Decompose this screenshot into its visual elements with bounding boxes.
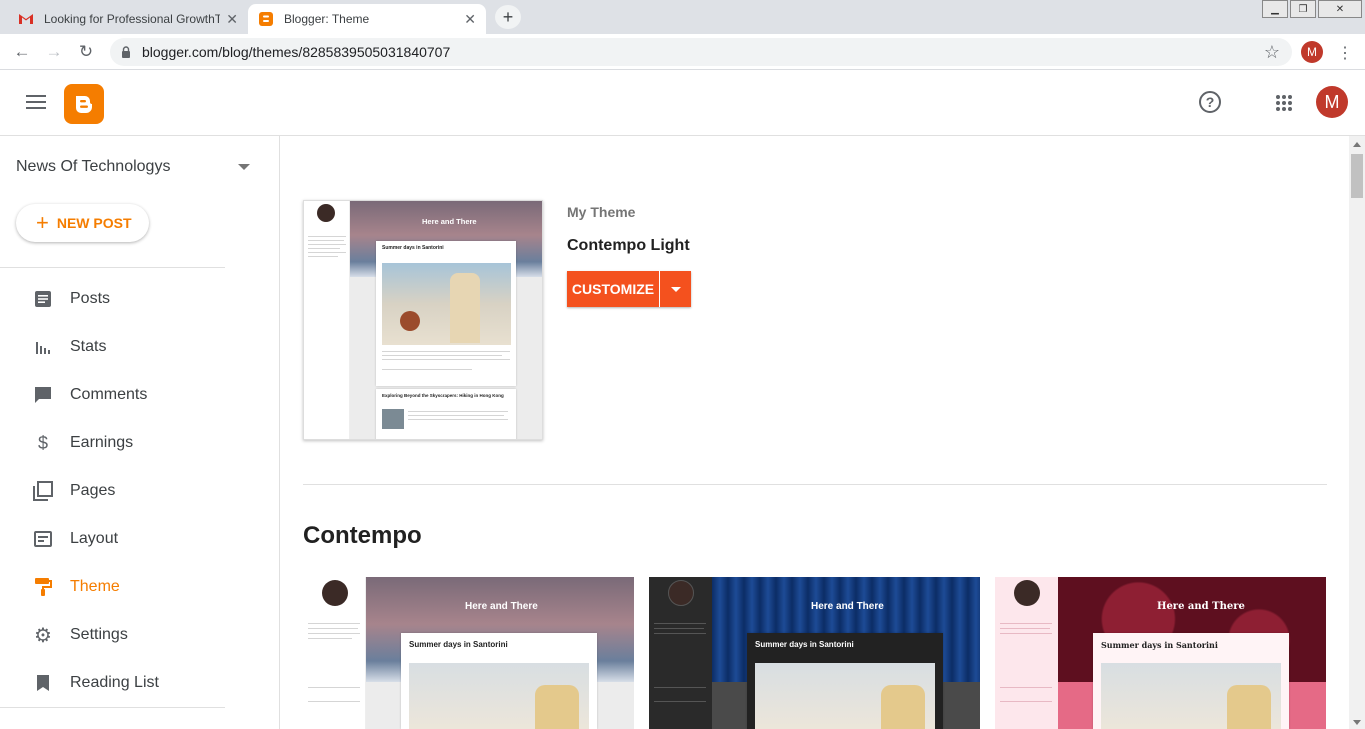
minimize-button[interactable]: ▁ — [1262, 0, 1288, 18]
new-post-button[interactable]: + NEW POST — [16, 204, 149, 242]
restore-button[interactable]: ❐ — [1290, 0, 1316, 18]
menu-icon[interactable] — [26, 95, 46, 113]
preview-blog-title: Here and There — [422, 217, 477, 226]
dollar-icon: $ — [37, 432, 48, 453]
account-avatar[interactable]: M — [1316, 86, 1348, 118]
chevron-down-icon[interactable] — [238, 164, 250, 170]
sidebar-item-stats[interactable]: Stats — [0, 323, 280, 371]
section-divider — [303, 484, 1327, 485]
theme-card-contempo-dark[interactable]: Here and There Summer days in Santorini — [649, 577, 980, 729]
sidebar-item-label: Earnings — [70, 434, 134, 451]
scroll-up-icon[interactable] — [1353, 142, 1361, 147]
sidebar-item-posts[interactable]: Posts — [0, 275, 280, 323]
preview-blog-title: Here and There — [811, 601, 884, 612]
theme-main: Here and There Summer days in Santorini … — [281, 136, 1349, 729]
layout-icon — [33, 529, 53, 549]
sidebar-item-label: Layout — [70, 530, 119, 547]
close-window-button[interactable]: ✕ — [1318, 0, 1362, 18]
sidebar-item-reading-list[interactable]: Reading List — [0, 659, 280, 707]
browser-tab-strip: Looking for Professional GrowthT ✕ Blogg… — [0, 0, 1365, 34]
sidebar-item-label: Pages — [70, 482, 116, 499]
comments-icon — [33, 385, 53, 405]
close-tab-icon[interactable]: ✕ — [464, 11, 476, 28]
preview-post-card: Summer days in Santorini — [376, 241, 516, 386]
close-tab-icon[interactable]: ✕ — [226, 11, 238, 28]
preview-post-title: Summer days in Santorini — [755, 640, 854, 649]
help-icon[interactable]: ? — [1199, 91, 1221, 113]
preview-avatar — [317, 204, 335, 222]
theme-family-title: Contempo — [303, 522, 422, 549]
plus-icon: + — [36, 210, 49, 235]
caret-down-icon — [670, 286, 681, 292]
sidebar: News Of Technologys + NEW POST Posts Sta… — [0, 136, 280, 729]
bookmark-icon — [33, 673, 53, 693]
preview-avatar — [668, 580, 694, 606]
blogger-logo[interactable] — [64, 84, 104, 124]
sidebar-item-label: Comments — [70, 386, 148, 403]
theme-card-contempo-light[interactable]: Here and There Summer days in Santorini — [303, 577, 634, 729]
scroll-down-icon[interactable] — [1353, 720, 1361, 725]
customize-dropdown-button[interactable] — [660, 271, 691, 307]
pages-icon — [33, 481, 53, 501]
browser-tab-blogger[interactable]: Blogger: Theme ✕ — [248, 4, 486, 34]
forward-button[interactable]: → — [44, 42, 64, 62]
gear-icon: ⚙ — [34, 624, 52, 647]
lock-icon — [122, 46, 130, 58]
tab-title: Blogger: Theme — [284, 12, 370, 26]
customize-button-group: CUSTOMIZE — [567, 271, 691, 307]
scrollbar-thumb[interactable] — [1351, 154, 1363, 198]
browser-profile-avatar[interactable]: M — [1301, 41, 1323, 63]
divider — [0, 707, 225, 708]
new-post-label: NEW POST — [56, 215, 132, 231]
divider — [0, 267, 225, 268]
preview-blog-title: Here and There — [1157, 601, 1245, 612]
url-field[interactable]: blogger.com/blog/themes/8285839505031840… — [110, 38, 1292, 66]
stats-icon — [33, 337, 53, 357]
blogger-icon — [258, 11, 274, 27]
browser-tab-gmail[interactable]: Looking for Professional GrowthT ✕ — [8, 4, 248, 34]
sidebar-item-layout[interactable]: Layout — [0, 515, 280, 563]
preview-avatar — [322, 580, 348, 606]
posts-icon — [33, 289, 53, 309]
sidebar-item-earnings[interactable]: $ Earnings — [0, 419, 280, 467]
sidebar-item-settings[interactable]: ⚙ Settings — [0, 611, 280, 659]
address-bar: ← → ↻ blogger.com/blog/themes/8285839505… — [0, 34, 1365, 70]
preview-post-card-2: Exploring Beyond the Skyscrapers: Hiking… — [376, 389, 516, 439]
preview-post-title: Summer days in Santorini — [382, 245, 444, 251]
tab-title: Looking for Professional GrowthT — [44, 12, 221, 26]
sidebar-item-pages[interactable]: Pages — [0, 467, 280, 515]
preview-post-title: Summer days in Santorini — [1101, 640, 1218, 650]
paint-roller-icon — [33, 577, 53, 597]
reload-button[interactable]: ↻ — [76, 42, 96, 62]
preview-sidebar — [304, 201, 350, 439]
current-theme-name: Contempo Light — [567, 237, 690, 254]
bookmark-star-icon[interactable]: ☆ — [1262, 42, 1282, 62]
current-theme-preview[interactable]: Here and There Summer days in Santorini … — [303, 200, 543, 440]
preview-second-post-title: Exploring Beyond the Skyscrapers: Hiking… — [382, 393, 504, 398]
sidebar-item-label: Theme — [70, 578, 120, 595]
app-header: ? M — [0, 71, 1365, 136]
blog-selector[interactable]: News Of Technologys — [16, 158, 170, 176]
sidebar-item-label: Settings — [70, 626, 128, 643]
gmail-icon — [18, 11, 34, 27]
back-button[interactable]: ← — [12, 42, 32, 62]
preview-blog-title: Here and There — [465, 601, 538, 612]
preview-avatar — [1014, 580, 1040, 606]
sidebar-item-comments[interactable]: Comments — [0, 371, 280, 419]
url-text: blogger.com/blog/themes/8285839505031840… — [142, 44, 451, 60]
customize-button[interactable]: CUSTOMIZE — [567, 271, 659, 307]
sidebar-item-theme[interactable]: Theme — [0, 563, 280, 611]
apps-grid-icon[interactable] — [1276, 95, 1292, 111]
sidebar-item-label: Stats — [70, 338, 107, 355]
sidebar-item-label: Posts — [70, 290, 111, 307]
new-tab-button[interactable]: + — [495, 5, 521, 29]
sidebar-item-label: Reading List — [70, 674, 159, 691]
preview-post-image — [382, 263, 511, 345]
preview-post-title: Summer days in Santorini — [409, 640, 508, 649]
my-theme-label: My Theme — [567, 204, 636, 220]
page-scrollbar[interactable] — [1349, 136, 1365, 729]
theme-card-contempo-rose[interactable]: Here and There Summer days in Santorini — [995, 577, 1326, 729]
browser-menu-icon[interactable]: ⋮ — [1337, 43, 1353, 63]
